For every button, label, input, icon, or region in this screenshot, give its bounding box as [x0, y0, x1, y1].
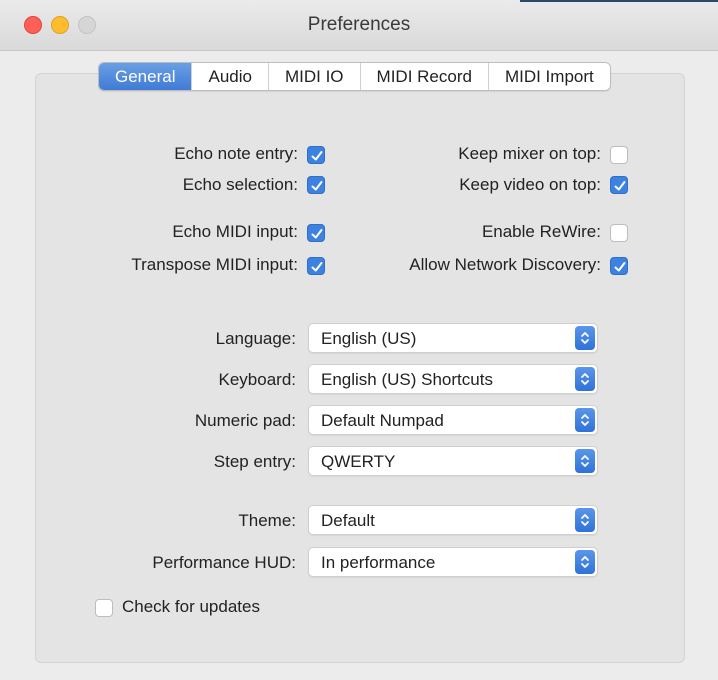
echo-midi-input-label: Echo MIDI input: [172, 222, 298, 241]
tab-midi-record[interactable]: MIDI Record [359, 63, 488, 90]
echo-selection-checkbox[interactable] [307, 176, 325, 194]
checkmark-icon [311, 151, 323, 161]
keyboard-label: Keyboard: [218, 370, 297, 389]
allow-network-discovery-label: Allow Network Discovery: [409, 255, 601, 274]
transpose-midi-input-label: Transpose MIDI input: [131, 255, 298, 274]
tab-midi-import[interactable]: MIDI Import [487, 63, 610, 90]
check-for-updates-checkbox[interactable] [95, 599, 113, 617]
allow-network-discovery-checkbox[interactable] [610, 257, 628, 275]
theme-value: Default [321, 511, 375, 530]
tab-midi-io[interactable]: MIDI IO [267, 63, 360, 90]
step-entry-select[interactable]: QWERTY [308, 446, 598, 476]
keyboard-select[interactable]: English (US) Shortcuts [308, 364, 598, 394]
preferences-window: Preferences General Audio MIDI IO MIDI R… [0, 0, 718, 680]
enable-rewire-label: Enable ReWire: [481, 222, 601, 241]
numeric-pad-select[interactable]: Default Numpad [308, 405, 598, 435]
keep-video-on-top-checkbox[interactable] [610, 176, 628, 194]
checkmark-icon [614, 181, 626, 191]
step-entry-value: QWERTY [321, 452, 396, 471]
tab-audio[interactable]: Audio [191, 63, 268, 90]
check-for-updates-label[interactable]: Check for updates [122, 597, 260, 617]
performance-hud-label: Performance HUD: [152, 553, 296, 572]
keep-mixer-on-top-label: Keep mixer on top: [458, 144, 601, 163]
popup-stepper-icon [575, 326, 595, 350]
language-value: English (US) [321, 329, 417, 348]
popup-stepper-icon [575, 367, 595, 391]
transpose-midi-input-checkbox[interactable] [307, 257, 325, 275]
keep-mixer-on-top-checkbox[interactable] [610, 146, 628, 164]
window-title: Preferences [307, 14, 411, 35]
tab-general[interactable]: General [99, 63, 192, 90]
numeric-pad-label: Numeric pad: [194, 411, 296, 430]
checkmark-icon [311, 262, 323, 272]
echo-note-entry-checkbox[interactable] [307, 146, 325, 164]
popup-stepper-icon [575, 550, 595, 574]
checkmark-icon [614, 262, 626, 272]
theme-label: Theme: [238, 511, 296, 530]
checkmark-icon [311, 229, 323, 239]
popup-stepper-icon [575, 449, 595, 473]
keep-video-on-top-label: Keep video on top: [459, 175, 601, 194]
language-label: Language: [215, 329, 296, 348]
enable-rewire-checkbox[interactable] [610, 224, 628, 242]
numeric-pad-value: Default Numpad [321, 411, 444, 430]
performance-hud-select[interactable]: In performance [308, 547, 598, 577]
title-bar-edge [520, 0, 718, 2]
checkmark-icon [311, 181, 323, 191]
popup-stepper-icon [575, 508, 595, 532]
echo-note-entry-label: Echo note entry: [174, 144, 298, 163]
echo-selection-label: Echo selection: [182, 175, 298, 194]
keyboard-value: English (US) Shortcuts [321, 370, 493, 389]
popup-stepper-icon [575, 408, 595, 432]
performance-hud-value: In performance [321, 553, 436, 572]
title-bar: Preferences [0, 0, 718, 51]
language-select[interactable]: English (US) [308, 323, 598, 353]
step-entry-label: Step entry: [213, 452, 296, 471]
tab-bar: General Audio MIDI IO MIDI Record MIDI I… [98, 62, 611, 91]
echo-midi-input-checkbox[interactable] [307, 224, 325, 242]
theme-select[interactable]: Default [308, 505, 598, 535]
